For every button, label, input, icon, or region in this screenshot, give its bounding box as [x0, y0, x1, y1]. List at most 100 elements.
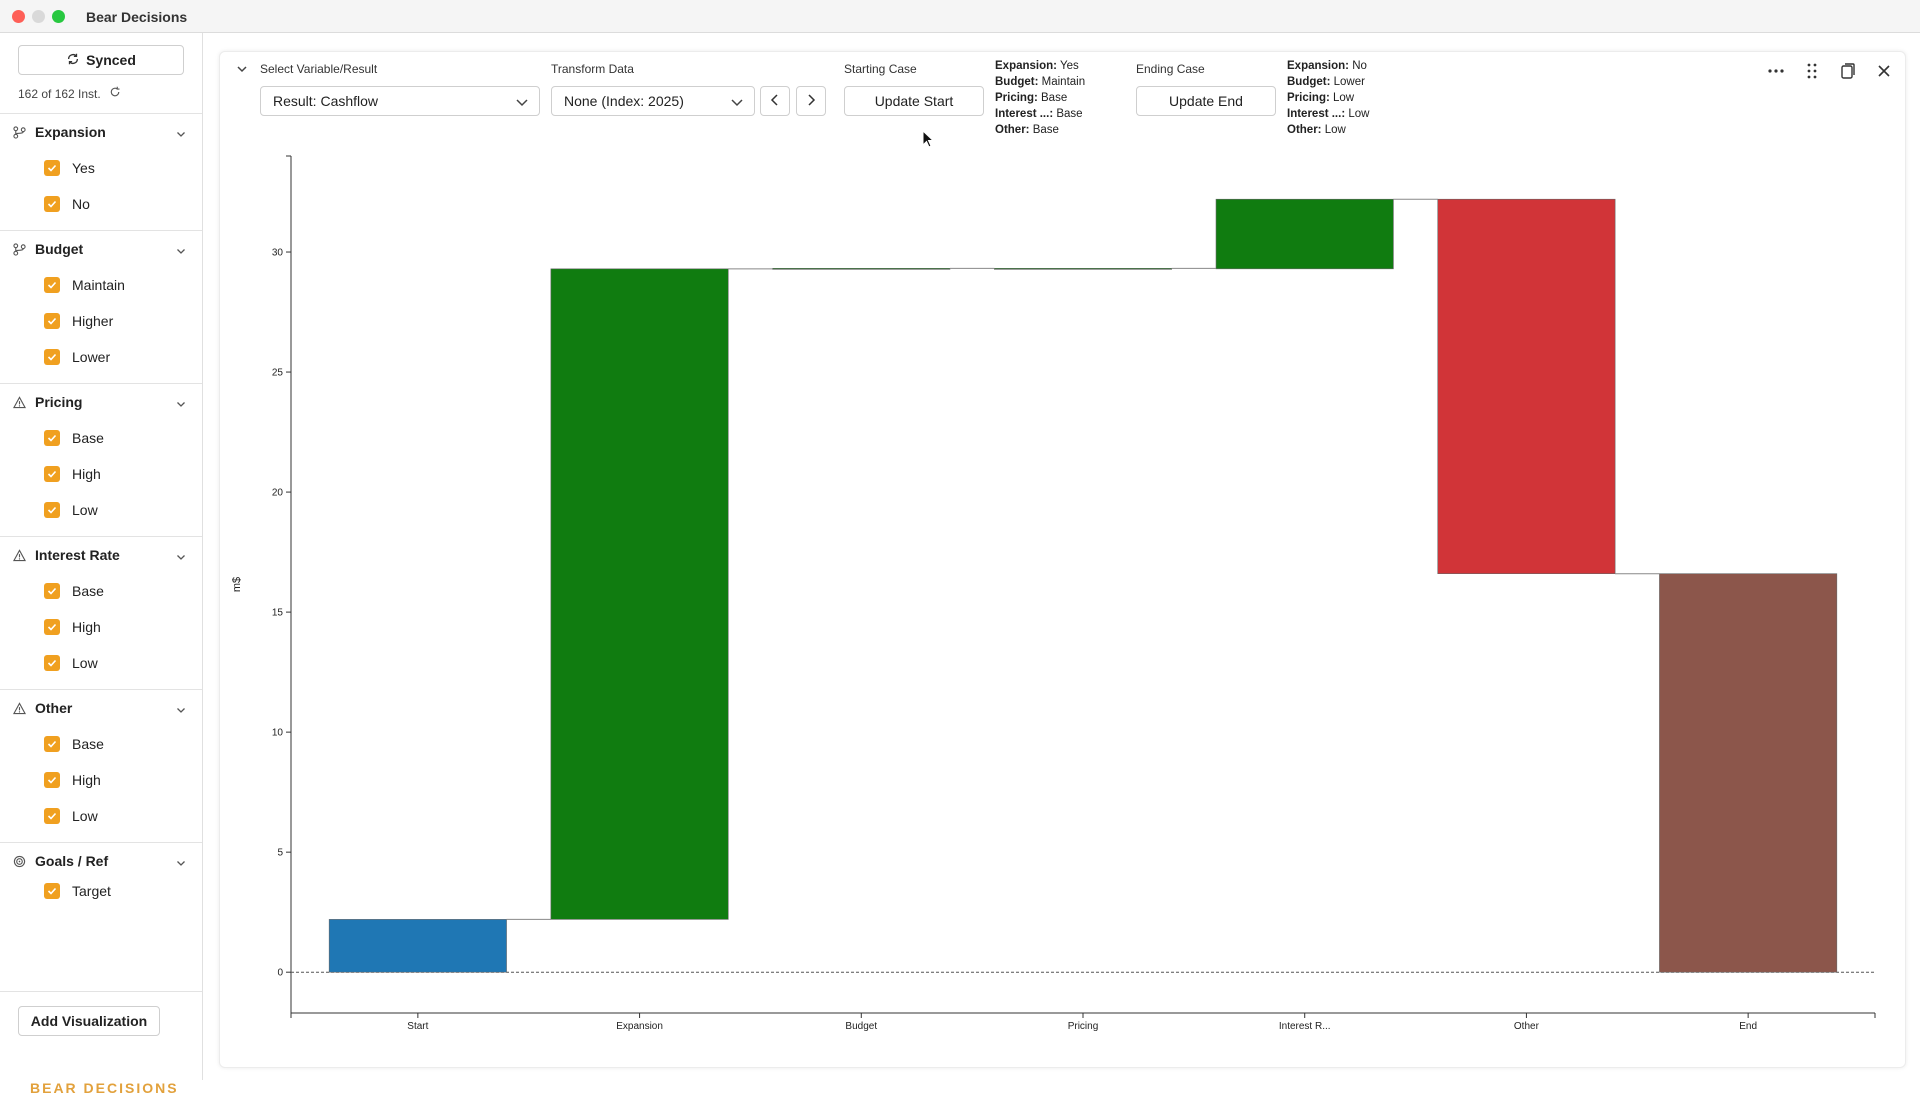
waterfall-bar [1659, 573, 1838, 973]
refresh-icon[interactable] [109, 86, 121, 101]
checkbox-checked-icon[interactable] [44, 430, 60, 446]
filter-option[interactable]: Base [0, 573, 202, 609]
y-tick-label: 10 [272, 728, 284, 739]
chevron-down-icon[interactable] [176, 126, 186, 142]
instance-count: 162 of 162 Inst. [18, 86, 121, 101]
maximize-window-button[interactable] [52, 10, 65, 23]
filter-option-label: High [72, 619, 101, 635]
filter-option-label: Maintain [72, 277, 125, 293]
mouse-cursor-icon [922, 129, 935, 153]
waterfall-bar [550, 268, 729, 920]
add-visualization-button[interactable]: Add Visualization [18, 1006, 160, 1036]
y-tick-label: 5 [277, 848, 283, 859]
branch-icon [13, 125, 27, 139]
synced-label: Synced [86, 52, 136, 68]
target-icon [13, 855, 27, 868]
waterfall-bar [1215, 198, 1394, 270]
warning-icon [13, 701, 27, 715]
checkbox-checked-icon[interactable] [44, 196, 60, 212]
filter-option[interactable]: Lower [0, 339, 202, 375]
synced-button[interactable]: Synced [18, 45, 184, 75]
y-tick-label: 25 [272, 368, 284, 379]
checkbox-checked-icon[interactable] [44, 160, 60, 176]
checkbox-checked-icon[interactable] [44, 619, 60, 635]
filter-option[interactable]: High [0, 609, 202, 645]
y-tick-label: 0 [277, 968, 283, 979]
filter-option-label: Low [72, 502, 98, 518]
checkbox-checked-icon[interactable] [44, 808, 60, 824]
filter-option[interactable]: Base [0, 420, 202, 456]
waterfall-bar [1437, 198, 1616, 574]
x-tick-label: Other [1514, 1021, 1540, 1032]
waterfall-bar [772, 268, 951, 270]
y-tick-label: 20 [272, 488, 284, 499]
filter-option[interactable]: No [0, 186, 202, 222]
filter-group-label: Other [35, 700, 73, 716]
warning-icon [13, 548, 27, 562]
close-window-button[interactable] [12, 10, 25, 23]
chevron-down-icon[interactable] [176, 702, 186, 718]
filter-group-label: Interest Rate [35, 547, 120, 563]
filter-group-label: Budget [35, 241, 84, 257]
x-tick-label: Expansion [616, 1021, 663, 1032]
filter-group-label: Goals / Ref [35, 853, 109, 869]
filter-option[interactable]: Maintain [0, 267, 202, 303]
chevron-down-icon[interactable] [176, 855, 186, 871]
checkbox-checked-icon[interactable] [44, 466, 60, 482]
filter-option[interactable]: Higher [0, 303, 202, 339]
waterfall-bar [994, 268, 1172, 270]
chevron-down-icon[interactable] [176, 396, 186, 412]
filter-option-label: Base [72, 583, 104, 599]
sidebar: Synced 162 of 162 Inst. Expansion Yes No Bu… [0, 33, 203, 1096]
waterfall-panel: Select Variable/Result Result: Cashflow … [219, 51, 1906, 1068]
filter-group-header[interactable]: Expansion [0, 114, 202, 150]
x-tick-label: End [1739, 1021, 1757, 1032]
x-tick-label: Start [407, 1021, 428, 1032]
filter-option[interactable]: Target [0, 879, 202, 903]
window-title: Bear Decisions [86, 9, 188, 25]
chevron-down-icon[interactable] [176, 243, 186, 259]
checkbox-checked-icon[interactable] [44, 583, 60, 599]
x-tick-label: Budget [845, 1021, 877, 1032]
checkbox-checked-icon[interactable] [44, 349, 60, 365]
checkbox-checked-icon[interactable] [44, 772, 60, 788]
checkbox-checked-icon[interactable] [44, 736, 60, 752]
filter-option-label: Lower [72, 349, 111, 365]
filter-group-pricing: Pricing Base High Low [0, 383, 202, 536]
sidebar-divider [0, 991, 202, 992]
checkbox-checked-icon[interactable] [44, 655, 60, 671]
checkbox-checked-icon[interactable] [44, 883, 60, 899]
filter-group-header[interactable]: Pricing [0, 384, 202, 420]
waterfall-chart: 0 5 10 15 20 25 30 m$ Start Expansion Budget Pricin… [231, 155, 1876, 1032]
filter-option[interactable]: Base [0, 726, 202, 762]
filter-option[interactable]: High [0, 762, 202, 798]
filter-group-expansion: Expansion Yes No [0, 113, 202, 230]
checkbox-checked-icon[interactable] [44, 313, 60, 329]
filter-option-label: High [72, 772, 101, 788]
instance-count-label: 162 of 162 Inst. [18, 86, 101, 101]
filter-group-header[interactable]: Interest Rate [0, 537, 202, 573]
filter-group-header[interactable]: Goals / Ref [0, 843, 202, 879]
filter-option[interactable]: Low [0, 492, 202, 528]
filter-option-label: Low [72, 808, 98, 824]
filter-option[interactable]: Low [0, 798, 202, 834]
filter-option-label: Yes [72, 160, 95, 176]
filter-option-label: Target [72, 883, 111, 899]
sync-icon [66, 52, 80, 69]
minimize-window-button[interactable] [32, 10, 45, 23]
checkbox-checked-icon[interactable] [44, 502, 60, 518]
x-tick-label: Interest R... [1279, 1021, 1331, 1032]
filter-group-goals-ref: Goals / Ref Target [0, 842, 202, 915]
filter-group-header[interactable]: Other [0, 690, 202, 726]
filter-groups: Expansion Yes No Budget Maintain Higher Lower P… [0, 113, 202, 915]
filter-option-label: Higher [72, 313, 114, 329]
y-axis-label: m$ [231, 577, 243, 592]
filter-option[interactable]: Yes [0, 150, 202, 186]
filter-option[interactable]: High [0, 456, 202, 492]
chevron-down-icon[interactable] [176, 549, 186, 565]
filter-option[interactable]: Low [0, 645, 202, 681]
title-bar: Bear Decisions [0, 0, 1920, 33]
checkbox-checked-icon[interactable] [44, 277, 60, 293]
filter-group-header[interactable]: Budget [0, 231, 202, 267]
branch-icon [13, 242, 27, 256]
